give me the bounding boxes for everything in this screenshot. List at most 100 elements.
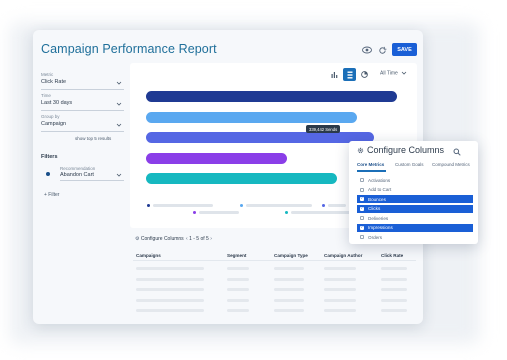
legend-item [153, 204, 213, 207]
metric-option[interactable]: ✓ Clicks [357, 204, 473, 213]
table-cell [136, 277, 204, 281]
filter-bullet [46, 172, 50, 176]
chevron-down-icon [116, 123, 122, 127]
table-cell [274, 267, 304, 270]
metric-select[interactable]: Metric Click Rate [41, 72, 124, 90]
table-cell [324, 277, 356, 281]
chart-bar[interactable] [146, 111, 357, 123]
table-header-campaign-author[interactable]: Campaign Author [324, 253, 362, 258]
table-header-click-rate[interactable]: Click Rate [381, 253, 403, 258]
chevron-down-icon [116, 81, 122, 85]
table-cell [274, 298, 304, 302]
pager-text: 1 - 5 of 5 [189, 236, 209, 242]
time-label: Time [41, 93, 51, 98]
recommendation-filter[interactable]: Recommendation Abandon Cart [60, 166, 95, 178]
table-cell [136, 298, 204, 302]
table-header-campaigns[interactable]: Campaigns [136, 253, 161, 258]
table-cell [227, 277, 249, 281]
checkbox[interactable]: ✓ [360, 197, 364, 201]
gear-icon [357, 147, 364, 154]
bar-chart-icon[interactable] [328, 68, 341, 81]
active-tab-indicator [357, 170, 386, 172]
chart-tooltip: 339,442 Sends [306, 125, 341, 133]
page-title: Campaign Performance Report [41, 42, 217, 56]
metric-option[interactable]: Add to Cart [357, 186, 473, 194]
table-cell [227, 288, 249, 291]
legend-dot [240, 204, 243, 207]
field-underline [41, 131, 124, 132]
metric-label: Metric [41, 72, 54, 77]
table-cell [227, 309, 249, 312]
time-value: Last 30 days [41, 100, 73, 106]
recommendation-value: Abandon Cart [60, 172, 94, 178]
group-by-label: Group by [41, 114, 60, 119]
tab-custom-goals[interactable]: Custom Goals [395, 162, 424, 167]
list-icon[interactable] [343, 68, 356, 81]
legend-item [246, 204, 312, 207]
checkbox[interactable] [360, 178, 364, 182]
table-cell [227, 267, 249, 270]
legend-item [199, 211, 239, 214]
metric-option-label: Deliveries [368, 215, 389, 221]
table-cell [381, 277, 407, 281]
table-cell [381, 288, 407, 291]
legend-dot [285, 211, 288, 214]
configure-columns-link[interactable]: ⚙ Configure Columns [135, 236, 184, 242]
group-by-select[interactable]: Group by Campaign [41, 114, 124, 132]
checkbox[interactable]: ✓ [360, 225, 364, 230]
metric-option[interactable]: Deliveries [357, 214, 473, 222]
metric-option[interactable]: ✓ Bounces [357, 195, 473, 203]
chevron-down-icon [116, 102, 122, 106]
field-underline [60, 180, 124, 181]
configure-columns-label: Configure Columns [140, 236, 184, 242]
metric-option-label: Clicks [368, 206, 381, 211]
table-header-campaign-type[interactable]: Campaign Type [274, 253, 308, 258]
checkbox[interactable] [360, 235, 364, 239]
legend-item [328, 204, 346, 207]
table-cell [227, 298, 249, 302]
refresh-icon[interactable] [376, 44, 388, 56]
checkbox[interactable]: ✓ [360, 206, 364, 211]
time-range-label: All Time [380, 70, 398, 77]
show-top-results[interactable]: show top 5 results [75, 136, 111, 141]
table-cell [324, 298, 356, 302]
table-cell [274, 277, 304, 281]
time-range-select[interactable]: All Time [380, 70, 407, 76]
chart-bar[interactable] [146, 132, 375, 143]
chart-bar[interactable] [146, 91, 397, 102]
eye-icon[interactable] [361, 44, 373, 56]
tab-core-metrics[interactable]: Core Metrics [357, 162, 384, 167]
add-filter-button[interactable]: + Filter [44, 192, 59, 198]
legend-dot [147, 204, 150, 207]
table-header-segment[interactable]: Segment [227, 253, 246, 258]
metric-value: Click Rate [41, 79, 67, 85]
table-cell [136, 288, 204, 291]
metric-option-label: Orders [368, 234, 383, 240]
pie-chart-icon[interactable] [358, 68, 371, 81]
table-divider [133, 260, 416, 261]
metric-option[interactable]: Activations [357, 176, 473, 184]
chart-bar[interactable] [146, 173, 337, 184]
table-cell [381, 267, 407, 270]
table-cell [324, 309, 356, 312]
popup-title: Configure Columns [367, 145, 445, 155]
checkbox[interactable] [360, 216, 364, 220]
metric-option[interactable]: ✓ Impressions [357, 223, 473, 232]
field-underline [41, 110, 124, 111]
metric-option[interactable]: Orders [357, 233, 473, 241]
table-cell [324, 267, 356, 270]
save-button[interactable]: SAVE [392, 43, 417, 56]
filters-heading: Filters [41, 154, 58, 160]
metric-option-label: Impressions [368, 225, 393, 230]
chevron-down-icon [116, 173, 122, 177]
table-cell [324, 288, 356, 291]
metric-option-label: Activations [368, 177, 391, 183]
tab-compound-metrics[interactable]: Compound Metrics [432, 162, 470, 167]
metric-option-label: Bounces [368, 196, 386, 202]
table-cell [381, 298, 407, 302]
search-icon[interactable] [453, 148, 461, 156]
checkbox[interactable] [360, 187, 364, 192]
chart-bar[interactable] [146, 152, 287, 164]
time-select[interactable]: Time Last 30 days [41, 93, 124, 111]
table-cell [381, 309, 407, 312]
